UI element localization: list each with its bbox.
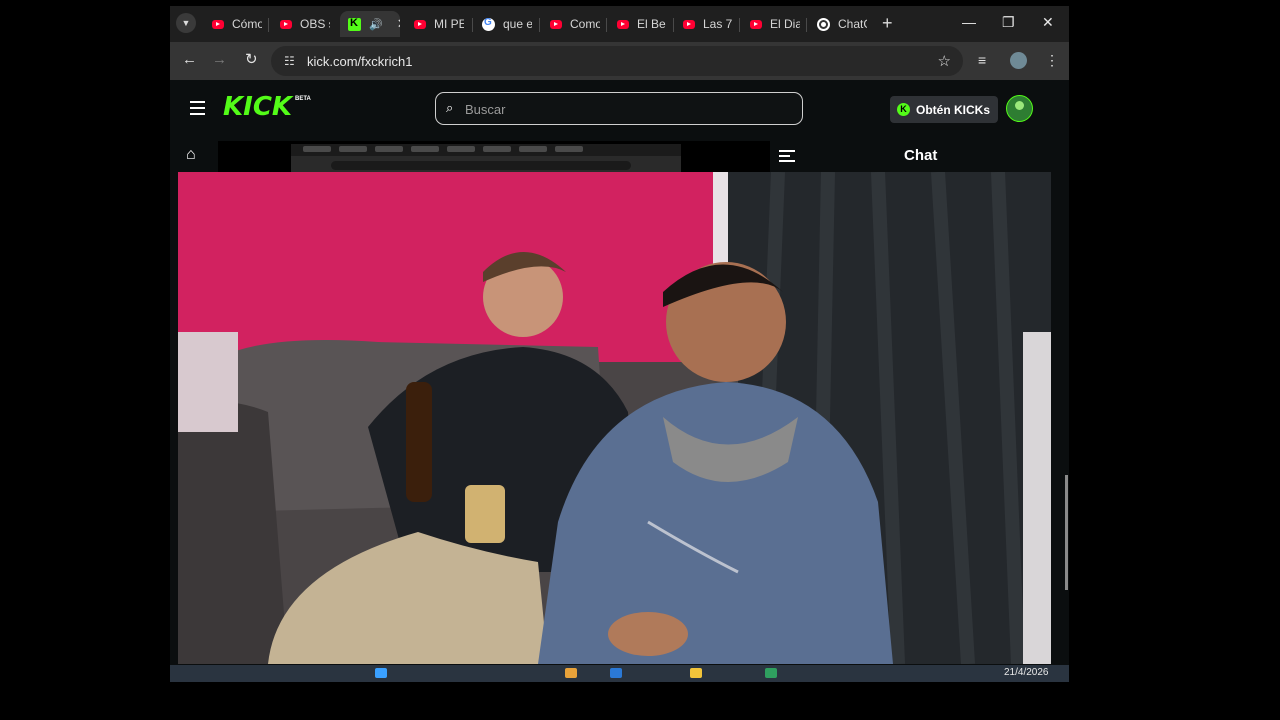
forward-arrow-icon[interactable]: → — [212, 52, 227, 68]
youtube-icon — [414, 19, 426, 29]
taskbar-app-icon[interactable] — [690, 668, 702, 678]
tab-google[interactable]: que e — [482, 11, 532, 37]
menu-icon[interactable] — [190, 101, 205, 119]
url-text: kick.com/fxckrich1 — [307, 54, 413, 69]
youtube-icon — [683, 19, 695, 29]
beta-badge: BETA — [295, 96, 311, 102]
tab-label: OBS s — [300, 17, 330, 31]
tab-separator — [739, 18, 740, 32]
bookmark-star-icon[interactable]: ☆ — [938, 52, 951, 70]
video-frame-image — [178, 172, 1051, 664]
tab-youtube-2[interactable]: OBS s — [280, 11, 330, 37]
kicks-coin-icon: K — [897, 103, 910, 116]
collapse-chat-icon[interactable] — [779, 150, 795, 165]
back-arrow-icon[interactable]: ← — [182, 52, 197, 68]
more-menu-icon[interactable]: ⋮ — [1045, 52, 1059, 69]
tab-label: Las 7 — [703, 17, 733, 31]
tab-separator — [268, 18, 269, 32]
kick-logo[interactable]: KICK — [223, 92, 292, 122]
reload-icon[interactable]: ↻ — [245, 52, 258, 68]
tab-label: que e — [503, 17, 532, 31]
profile-avatar[interactable] — [1010, 52, 1027, 69]
tab-separator — [673, 18, 674, 32]
media-controls-icon[interactable]: ≡ — [978, 52, 986, 68]
tab-youtube-1[interactable]: Cómo — [212, 11, 262, 37]
tab-label: ChatG — [838, 17, 867, 31]
browser-toolbar: ← → ↻ ☷ kick.com/fxckrich1 ☆ ≡ ⋮ — [170, 42, 1069, 80]
live-video[interactable] — [178, 172, 1051, 664]
openai-icon — [817, 17, 830, 31]
home-icon[interactable]: ⌂ — [186, 146, 196, 164]
youtube-icon — [280, 19, 292, 29]
get-kicks-button[interactable]: K Obtén KICKs — [890, 96, 998, 123]
search-icon: ⌕ — [446, 100, 454, 115]
tab-youtube-7[interactable]: El Dia — [750, 11, 800, 37]
get-kicks-label: Obtén KICKs — [916, 102, 991, 117]
minimize-button[interactable]: — — [962, 14, 976, 30]
search-input[interactable]: ⌕ Buscar — [435, 92, 803, 125]
tab-youtube-6[interactable]: Las 7 — [683, 11, 733, 37]
browser-window: ▼ Cómo OBS s 🔊 ✕ MI PE que e Como — [170, 6, 1069, 682]
restore-button[interactable]: ❐ — [1002, 14, 1015, 30]
search-placeholder: Buscar — [465, 102, 506, 117]
tab-separator — [539, 18, 540, 32]
user-avatar[interactable] — [1006, 95, 1033, 122]
tab-separator — [472, 18, 473, 32]
address-bar[interactable]: ☷ kick.com/fxckrich1 ☆ — [271, 46, 963, 76]
youtube-icon — [212, 19, 224, 29]
chat-title: Chat — [904, 147, 938, 164]
tab-strip: ▼ Cómo OBS s 🔊 ✕ MI PE que e Como — [170, 6, 1069, 42]
close-tab-icon[interactable]: ✕ — [397, 16, 400, 32]
tab-label: El Be — [637, 17, 666, 31]
tab-youtube-5[interactable]: El Be — [617, 11, 667, 37]
kick-page: KICK BETA ⌕ Buscar K Obtén KICKs ⌂ Chat — [170, 80, 1069, 682]
tab-chatgpt[interactable]: ChatG — [817, 11, 867, 37]
tab-kick-active[interactable]: 🔊 ✕ — [340, 11, 400, 37]
taskbar-app-icon[interactable] — [610, 668, 622, 678]
chat-scrollbar[interactable] — [1065, 475, 1068, 590]
windows-start-icon[interactable] — [375, 668, 387, 678]
taskbar-app-icon[interactable] — [565, 668, 577, 678]
chrome-taskbar-icon[interactable] — [765, 668, 777, 678]
tab-label: Cómo — [232, 17, 262, 31]
tab-separator — [606, 18, 607, 32]
tab-youtube-3[interactable]: MI PE — [414, 11, 464, 37]
youtube-icon — [617, 19, 629, 29]
youtube-icon — [550, 19, 562, 29]
google-icon — [482, 17, 495, 31]
taskbar-date: 21/4/2026 — [1004, 667, 1049, 678]
tab-label: El Dia — [770, 17, 800, 31]
close-window-button[interactable]: ✕ — [1042, 14, 1054, 30]
kick-icon — [348, 17, 361, 31]
tab-youtube-4[interactable]: Como — [550, 11, 600, 37]
tab-label: Como — [570, 17, 600, 31]
youtube-icon — [750, 19, 762, 29]
site-info-icon[interactable]: ☷ — [284, 54, 295, 68]
speaker-icon[interactable]: 🔊 — [369, 18, 383, 31]
tab-label: MI PE — [434, 17, 464, 31]
tab-separator — [806, 18, 807, 32]
new-tab-button[interactable]: + — [882, 14, 893, 32]
tab-search-button[interactable]: ▼ — [176, 13, 196, 33]
